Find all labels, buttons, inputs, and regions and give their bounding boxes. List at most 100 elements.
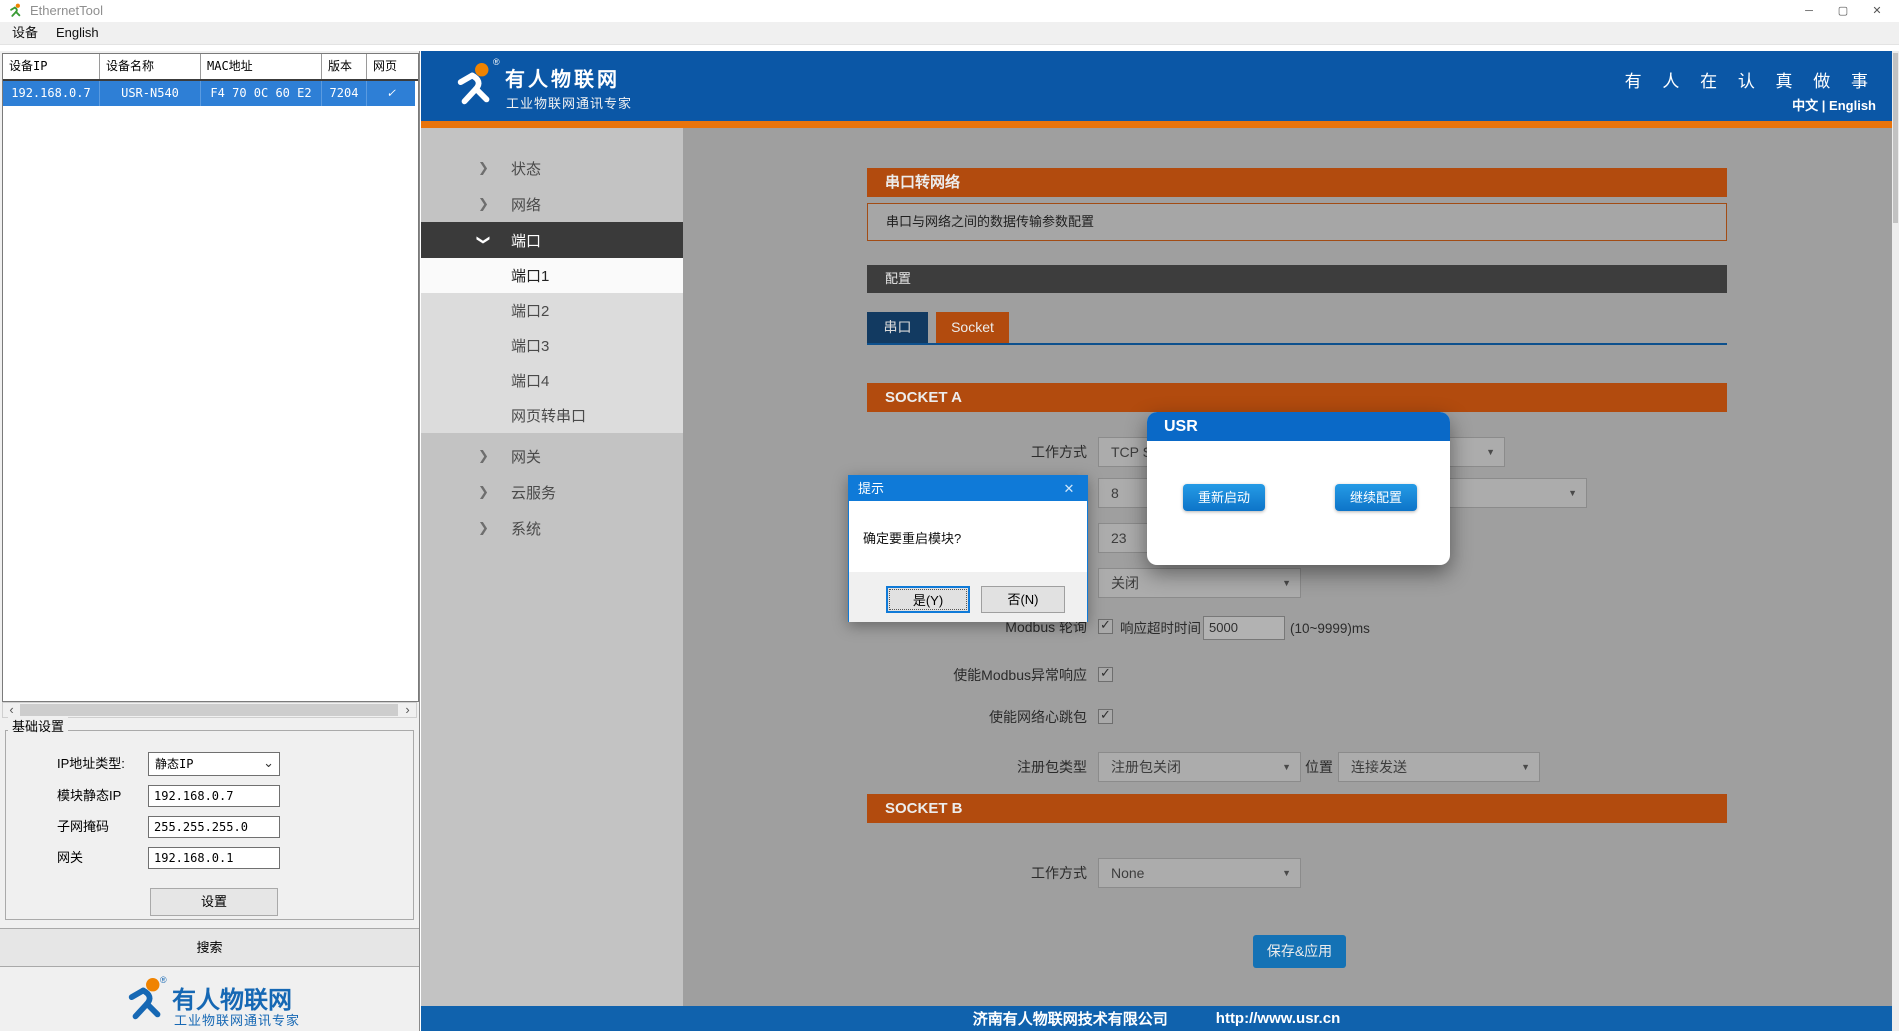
- nav-item-port1[interactable]: 端口1: [421, 258, 683, 293]
- minimize-button[interactable]: ─: [1792, 0, 1826, 22]
- yes-button[interactable]: 是(Y): [886, 586, 970, 613]
- cell-version: 7204: [322, 81, 367, 106]
- check-icon: ✓: [1100, 617, 1111, 633]
- chevron-right-icon: ❯: [478, 448, 489, 464]
- web-link-icon[interactable]: ✓: [367, 81, 415, 106]
- usr-dialog: USR 重新启动 继续配置: [1147, 412, 1450, 565]
- socket-b-work-mode-select[interactable]: None ▼: [1098, 858, 1301, 888]
- no-button[interactable]: 否(N): [981, 586, 1065, 613]
- socket-b-header: SOCKET B: [867, 794, 1727, 823]
- heartbeat-checkbox[interactable]: ✓: [1098, 709, 1113, 724]
- dropdown-arrow-icon: ▼: [1521, 753, 1530, 781]
- tab-serial[interactable]: 串口: [867, 312, 928, 343]
- ip-type-label: IP地址类型:: [57, 756, 125, 772]
- registered-mark: ®: [160, 975, 167, 985]
- nav-item-port3[interactable]: 端口3: [421, 328, 683, 363]
- save-apply-button[interactable]: 保存&应用: [1253, 935, 1346, 968]
- dropdown-arrow-icon: ▼: [1282, 859, 1291, 887]
- subnet-mask-field[interactable]: 255.255.255.0: [148, 816, 280, 838]
- position-label: 位置: [1305, 752, 1335, 782]
- modbus-exception-checkbox[interactable]: ✓: [1098, 667, 1113, 682]
- heartbeat-label: 使能网络心跳包: [857, 707, 1087, 727]
- check-icon: ✓: [1100, 665, 1111, 681]
- nav-item-network[interactable]: ❯ 网络: [421, 186, 683, 222]
- ip-type-select[interactable]: 静态IP ⌄: [148, 752, 280, 776]
- app-icon: [8, 3, 24, 19]
- nav-item-gateway[interactable]: ❯ 网关: [421, 438, 683, 474]
- restart-button[interactable]: 重新启动: [1183, 484, 1265, 511]
- footer-company: 济南有人物联网技术有限公司: [973, 1008, 1168, 1029]
- header-slogan: 工业物联网通讯专家: [506, 93, 632, 112]
- socket-a-closed-select[interactable]: 关闭 ▼: [1098, 568, 1301, 598]
- menu-english[interactable]: English: [50, 22, 105, 44]
- combo-caret-icon: ⌄: [263, 753, 274, 773]
- page-description: 串口与网络之间的数据传输参数配置: [867, 203, 1727, 241]
- col-device-ip: 设备IP: [3, 54, 100, 79]
- lang-en[interactable]: English: [1829, 98, 1876, 113]
- col-mac: MAC地址: [201, 54, 322, 79]
- lang-separator: |: [1818, 98, 1829, 113]
- menu-device[interactable]: 设备: [6, 22, 44, 44]
- vscroll-thumb[interactable]: [1893, 53, 1898, 223]
- nav-item-system[interactable]: ❯ 系统: [421, 510, 683, 546]
- prompt-dialog-title: 提示: [858, 476, 884, 501]
- ethernet-tool-window: EthernetTool ─ ▢ ✕ 设备 English 设备IP 设备名称 …: [0, 0, 1899, 1031]
- col-web: 网页: [367, 54, 415, 79]
- page-title: 串口转网络: [867, 168, 1727, 197]
- registered-mark: ®: [493, 57, 500, 67]
- chevron-right-icon: ❯: [478, 484, 489, 500]
- socket-b-work-mode-label: 工作方式: [907, 858, 1087, 888]
- nav-item-port2[interactable]: 端口2: [421, 293, 683, 328]
- cell-device-ip: 192.168.0.7: [3, 81, 100, 106]
- tab-underline: [867, 343, 1727, 345]
- web-footer: 济南有人物联网技术有限公司 http://www.usr.cn: [421, 1006, 1892, 1031]
- set-button[interactable]: 设置: [150, 888, 278, 916]
- web-vscrollbar[interactable]: [1892, 51, 1899, 1031]
- regpkt-select[interactable]: 注册包关闭 ▼: [1098, 752, 1301, 782]
- nav-item-status[interactable]: ❯ 状态: [421, 150, 683, 186]
- modbus-poll-checkbox[interactable]: ✓: [1098, 619, 1113, 634]
- dropdown-arrow-icon: ▼: [1282, 753, 1291, 781]
- table-row[interactable]: 192.168.0.7 USR-N540 F4 70 0C 60 E2 C3 7…: [3, 81, 418, 106]
- position-select[interactable]: 连接发送 ▼: [1338, 752, 1540, 782]
- dialog-close-icon[interactable]: ✕: [1059, 476, 1079, 501]
- chevron-right-icon: ❯: [478, 160, 489, 176]
- check-icon: ✓: [1100, 707, 1111, 723]
- window-titlebar: EthernetTool ─ ▢ ✕: [0, 0, 1899, 22]
- chevron-down-icon: ❯: [475, 235, 491, 246]
- static-ip-label: 模块静态IP: [57, 788, 121, 804]
- dropdown-arrow-icon: ▼: [1282, 569, 1291, 597]
- socket-a-header: SOCKET A: [867, 383, 1727, 412]
- gateway-field[interactable]: 192.168.0.1: [148, 847, 280, 869]
- continue-config-button[interactable]: 继续配置: [1335, 484, 1417, 511]
- hscroll-thumb[interactable]: [20, 704, 398, 716]
- left-panel: 设备IP 设备名称 MAC地址 版本 网页 192.168.0.7 USR-N5…: [0, 51, 420, 1031]
- lang-zh[interactable]: 中文: [1792, 98, 1818, 113]
- nav-item-web2serial[interactable]: 网页转串口: [421, 398, 683, 433]
- close-button[interactable]: ✕: [1860, 0, 1894, 22]
- scroll-left-icon[interactable]: ‹: [3, 703, 20, 717]
- maximize-button[interactable]: ▢: [1826, 0, 1860, 22]
- search-button[interactable]: 搜索: [0, 928, 419, 967]
- menubar: 设备 English: [0, 22, 1899, 45]
- footer-url-link[interactable]: http://www.usr.cn: [1216, 1010, 1340, 1027]
- left-logo-slogan: 工业物联网通讯专家: [174, 1010, 300, 1029]
- language-switch: 中文 | English: [1792, 95, 1876, 114]
- config-section-bar: 配置: [867, 265, 1727, 293]
- nav-item-cloud[interactable]: ❯ 云服务: [421, 474, 683, 510]
- work-mode-label: 工作方式: [907, 437, 1087, 467]
- header-motto: 有 人 在 认 真 做 事: [1625, 67, 1876, 92]
- chevron-right-icon: ❯: [478, 196, 489, 212]
- cell-mac: F4 70 0C 60 E2 C3: [201, 81, 322, 106]
- tab-socket[interactable]: Socket: [936, 312, 1009, 343]
- header-brand: 有人物联网: [505, 63, 620, 92]
- device-table-header: 设备IP 设备名称 MAC地址 版本 网页: [3, 54, 418, 81]
- timeout-input[interactable]: 5000: [1203, 616, 1285, 640]
- scroll-right-icon[interactable]: ›: [399, 703, 416, 717]
- nav-item-port4[interactable]: 端口4: [421, 363, 683, 398]
- dropdown-arrow-icon: ▼: [1486, 438, 1495, 466]
- timeout-label: 响应超时时间: [1120, 619, 1201, 639]
- timeout-hint: (10~9999)ms: [1290, 619, 1370, 639]
- static-ip-field[interactable]: 192.168.0.7: [148, 785, 280, 807]
- nav-item-port[interactable]: ❯ 端口: [421, 222, 683, 258]
